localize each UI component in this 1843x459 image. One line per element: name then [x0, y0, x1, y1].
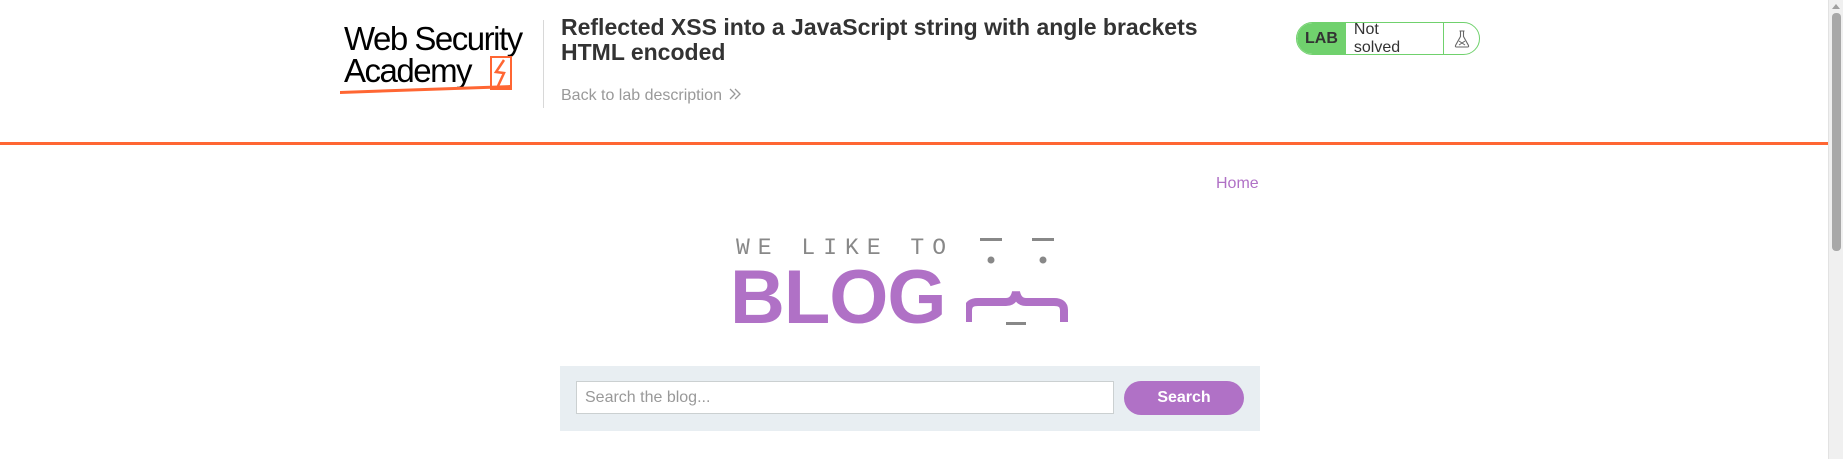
vertical-scrollbar[interactable]: [1828, 0, 1843, 459]
web-security-academy-logo[interactable]: Web Security Academy: [340, 18, 540, 98]
logo-text-line2: Academy: [344, 52, 473, 89]
back-link-label: Back to lab description: [561, 87, 722, 104]
blog-word: BLOG: [730, 255, 947, 340]
blog-logo: WE LIKE TO BLOG: [726, 230, 1106, 340]
search-button[interactable]: Search: [1124, 381, 1244, 415]
back-to-lab-description-link[interactable]: Back to lab description: [561, 86, 742, 106]
search-input[interactable]: [576, 381, 1114, 414]
home-link[interactable]: Home: [1216, 175, 1259, 193]
academy-header: Web Security Academy Reflected XSS into …: [0, 0, 1828, 145]
lab-status-text: Not solved: [1353, 22, 1401, 55]
header-divider: [543, 20, 544, 108]
lightning-bolt-icon: [490, 56, 512, 95]
blog-face-icon: [964, 230, 1106, 340]
scrollbar-thumb[interactable]: [1832, 13, 1841, 251]
flask-icon: [1443, 23, 1479, 54]
lab-badge: LAB: [1297, 23, 1346, 54]
search-panel: Search: [560, 366, 1260, 431]
page: Web Security Academy Reflected XSS into …: [0, 0, 1843, 459]
lab-title: Reflected XSS into a JavaScript string w…: [561, 14, 1198, 65]
lab-status-widget: LAB Not solved: [1296, 22, 1480, 55]
double-chevron-right-icon: [728, 86, 742, 106]
scroll-up-arrow-icon[interactable]: [1832, 4, 1840, 9]
